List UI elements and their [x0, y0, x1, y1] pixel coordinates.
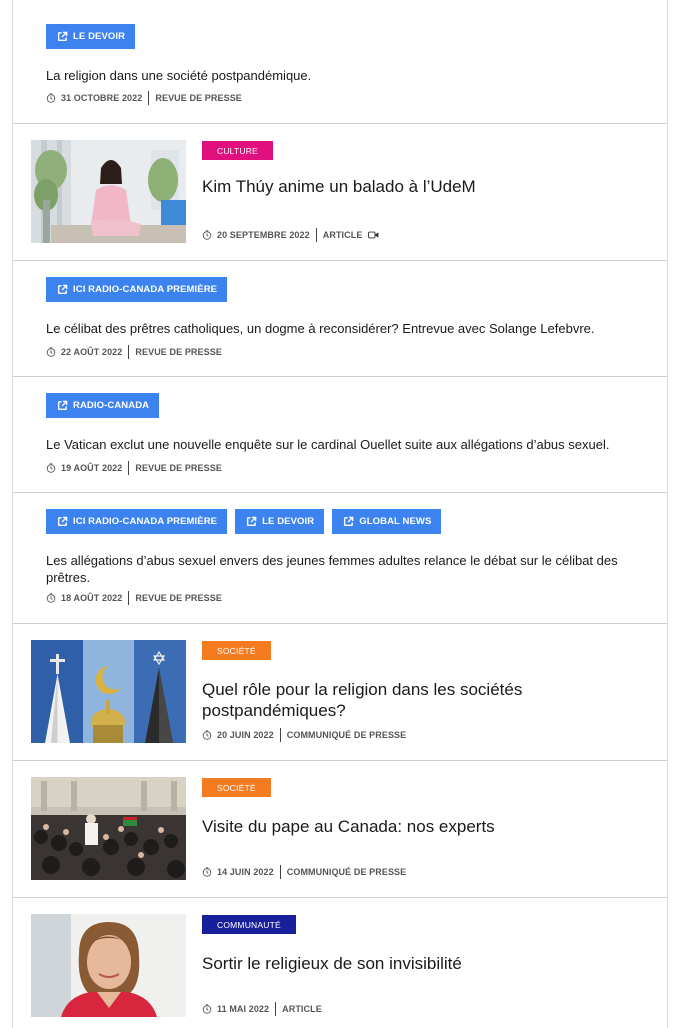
item-meta: 18 AOÛT 2022 REVUE DE PRESSE [46, 591, 222, 605]
press-title[interactable]: La religion dans une société postpandémi… [46, 67, 637, 84]
video-icon [368, 231, 379, 239]
clock-icon [46, 93, 56, 103]
source-tag-label: LE DEVOIR [73, 31, 126, 42]
external-link-icon [57, 31, 68, 42]
item-meta: 14 JUIN 2022 COMMUNIQUÉ DE PRESSE [202, 865, 406, 879]
article-title[interactable]: Kim Thúy anime un balado à l’UdeM [202, 176, 627, 197]
source-tags: ICI RADIO-CANADA PREMIÈRE [46, 277, 228, 302]
external-link-icon [246, 516, 257, 527]
item-meta: 31 OCTOBRE 2022 REVUE DE PRESSE [46, 91, 242, 105]
press-title[interactable]: Le célibat des prêtres catholiques, un d… [46, 320, 637, 337]
clock-icon [46, 347, 56, 357]
item-meta: 20 JUIN 2022 COMMUNIQUÉ DE PRESSE [202, 728, 406, 742]
article-thumbnail[interactable] [31, 777, 186, 880]
category-tag[interactable]: COMMUNAUTÉ [202, 915, 296, 934]
item-type: REVUE DE PRESSE [135, 463, 222, 473]
item-date: 19 AOÛT 2022 [61, 463, 123, 473]
item-date: 11 MAI 2022 [217, 1004, 270, 1014]
source-tag-label: LE DEVOIR [262, 516, 315, 527]
item-date: 20 JUIN 2022 [217, 730, 274, 740]
source-tag-ici-radio-canada-premiere[interactable]: ICI RADIO-CANADA PREMIÈRE [46, 509, 228, 534]
clock-icon [46, 593, 56, 603]
external-link-icon [343, 516, 354, 527]
meta-separator [279, 865, 281, 879]
clock-icon [202, 230, 212, 240]
source-tag-label: ICI RADIO-CANADA PREMIÈRE [73, 516, 218, 527]
external-link-icon [57, 284, 68, 295]
item-meta: 22 AOÛT 2022 REVUE DE PRESSE [46, 345, 222, 359]
article-item: SOCIÉTÉ Visite du pape au Canada: nos ex… [13, 761, 667, 898]
item-date: 20 SEPTEMBRE 2022 [217, 230, 310, 240]
item-date: 31 OCTOBRE 2022 [61, 93, 143, 103]
press-title[interactable]: Les allégations d’abus sexuel envers des… [46, 552, 637, 586]
item-type: REVUE DE PRESSE [135, 593, 222, 603]
meta-separator [128, 591, 130, 605]
meta-separator [279, 728, 281, 742]
press-title[interactable]: Le Vatican exclut une nouvelle enquête s… [46, 436, 637, 453]
source-tag-global-news[interactable]: GLOBAL NEWS [332, 509, 442, 534]
item-date: 18 AOÛT 2022 [61, 593, 123, 603]
source-tag-le-devoir[interactable]: LE DEVOIR [46, 24, 136, 49]
source-tags: ICI RADIO-CANADA PREMIÈRE LE DEVOIR GLOB… [46, 509, 442, 534]
source-tag-ici-radio-canada-premiere[interactable]: ICI RADIO-CANADA PREMIÈRE [46, 277, 228, 302]
religious-symbols-photo [31, 640, 186, 743]
article-item: CULTURE Kim Thúy anime un balado à l’Ude… [13, 124, 667, 261]
article-thumbnail[interactable] [31, 640, 186, 743]
source-tag-radio-canada[interactable]: RADIO-CANADA [46, 393, 160, 418]
item-date: 14 JUIN 2022 [217, 867, 274, 877]
category-tag[interactable]: SOCIÉTÉ [202, 778, 271, 797]
source-tags: RADIO-CANADA [46, 393, 160, 418]
portrait-photo [31, 914, 186, 1017]
press-item: LE DEVOIR La religion dans une société p… [13, 0, 667, 124]
meta-separator [128, 345, 130, 359]
item-meta: 19 AOÛT 2022 REVUE DE PRESSE [46, 461, 222, 475]
kim-thuy-photo [31, 140, 186, 243]
item-type: COMMUNIQUÉ DE PRESSE [286, 867, 407, 877]
meta-separator [315, 228, 317, 242]
article-title[interactable]: Visite du pape au Canada: nos experts [202, 816, 627, 837]
clock-icon [202, 730, 212, 740]
article-title[interactable]: Quel rôle pour la religion dans les soci… [202, 679, 627, 721]
item-meta: 20 SEPTEMBRE 2022 ARTICLE [202, 228, 379, 242]
external-link-icon [57, 516, 68, 527]
item-type: REVUE DE PRESSE [155, 93, 242, 103]
item-type: COMMUNIQUÉ DE PRESSE [286, 730, 407, 740]
item-type: ARTICLE [322, 230, 363, 240]
article-item: COMMUNAUTÉ Sortir le religieux de son in… [13, 898, 667, 1028]
meta-separator [275, 1002, 277, 1016]
meta-separator [128, 461, 130, 475]
item-date: 22 AOÛT 2022 [61, 347, 123, 357]
source-tags: LE DEVOIR [46, 24, 136, 49]
item-meta: 11 MAI 2022 ARTICLE [202, 1002, 322, 1016]
meta-separator [148, 91, 150, 105]
category-tag[interactable]: CULTURE [202, 141, 273, 160]
external-link-icon [57, 400, 68, 411]
source-tag-le-devoir[interactable]: LE DEVOIR [235, 509, 325, 534]
press-item: ICI RADIO-CANADA PREMIÈRE Le célibat des… [13, 261, 667, 377]
source-tag-label: GLOBAL NEWS [359, 516, 432, 527]
press-item: ICI RADIO-CANADA PREMIÈRE LE DEVOIR GLOB… [13, 493, 667, 624]
press-item: RADIO-CANADA Le Vatican exclut une nouve… [13, 377, 667, 493]
article-title[interactable]: Sortir le religieux de son invisibilité [202, 953, 627, 974]
source-tag-label: RADIO-CANADA [73, 400, 150, 411]
item-type: REVUE DE PRESSE [135, 347, 222, 357]
article-item: SOCIÉTÉ Quel rôle pour la religion dans … [13, 624, 667, 761]
pope-crowd-photo [31, 777, 186, 880]
clock-icon [202, 867, 212, 877]
article-thumbnail[interactable] [31, 140, 186, 243]
item-type: ARTICLE [282, 1004, 322, 1014]
article-thumbnail[interactable] [31, 914, 186, 1017]
clock-icon [202, 1004, 212, 1014]
source-tag-label: ICI RADIO-CANADA PREMIÈRE [73, 284, 218, 295]
news-feed: LE DEVOIR La religion dans une société p… [12, 0, 668, 1028]
category-tag[interactable]: SOCIÉTÉ [202, 641, 271, 660]
clock-icon [46, 463, 56, 473]
